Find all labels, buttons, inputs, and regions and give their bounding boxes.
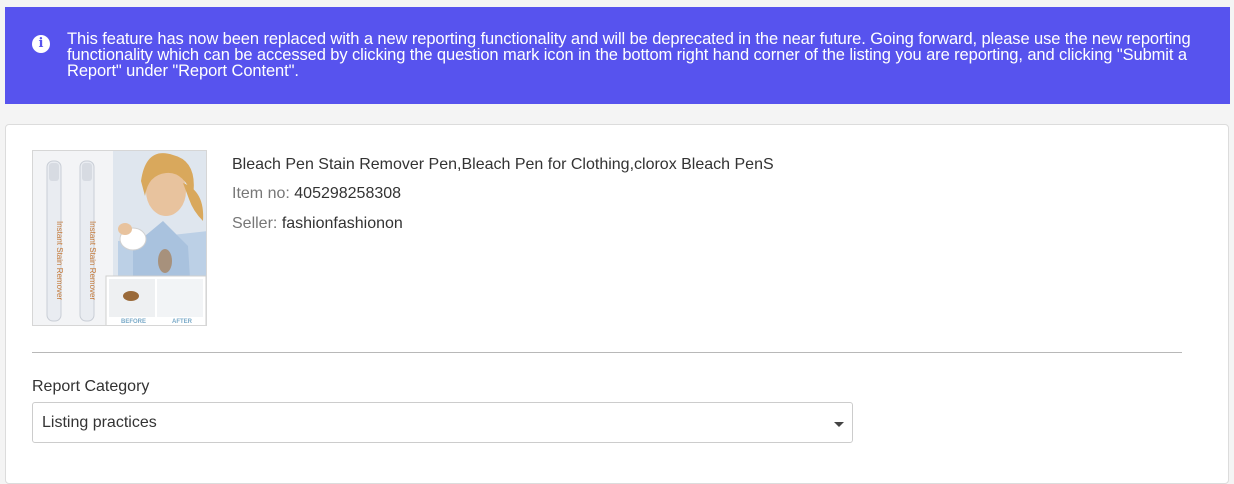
seller-value: fashionfashionon — [281, 215, 403, 232]
report-category-value: Listing practices — [42, 414, 157, 431]
listing-product-image: Instant Stain Remover Instant Stain Remo… — [33, 151, 206, 325]
notice-text: This feature has now been replaced with … — [67, 30, 1191, 80]
report-category-select[interactable]: Listing practices — [32, 402, 853, 443]
seller-row: Seller: fashionfashionon — [232, 215, 403, 233]
before-label: BEFORE — [121, 319, 146, 325]
after-label: AFTER — [172, 319, 193, 325]
item-number-label: Item no: — [232, 185, 290, 202]
info-icon: i — [32, 35, 50, 53]
deprecation-notice: i This feature has now been replaced wit… — [5, 7, 1230, 104]
listing-title[interactable]: Bleach Pen Stain Remover Pen,Bleach Pen … — [232, 156, 774, 174]
item-number-value: 405298258308 — [294, 185, 402, 202]
seller-label: Seller: — [232, 215, 278, 232]
item-number-row: Item no: 405298258308 — [232, 185, 401, 203]
report-card: Instant Stain Remover Instant Stain Remo… — [5, 124, 1229, 484]
listing-thumbnail[interactable]: Instant Stain Remover Instant Stain Remo… — [32, 150, 207, 326]
report-category-label: Report Category — [32, 378, 150, 395]
pen-label-2: Instant Stain Remover — [88, 221, 97, 300]
pen-label: Instant Stain Remover — [55, 221, 64, 300]
section-divider — [32, 352, 1182, 353]
chevron-down-icon — [834, 422, 844, 427]
